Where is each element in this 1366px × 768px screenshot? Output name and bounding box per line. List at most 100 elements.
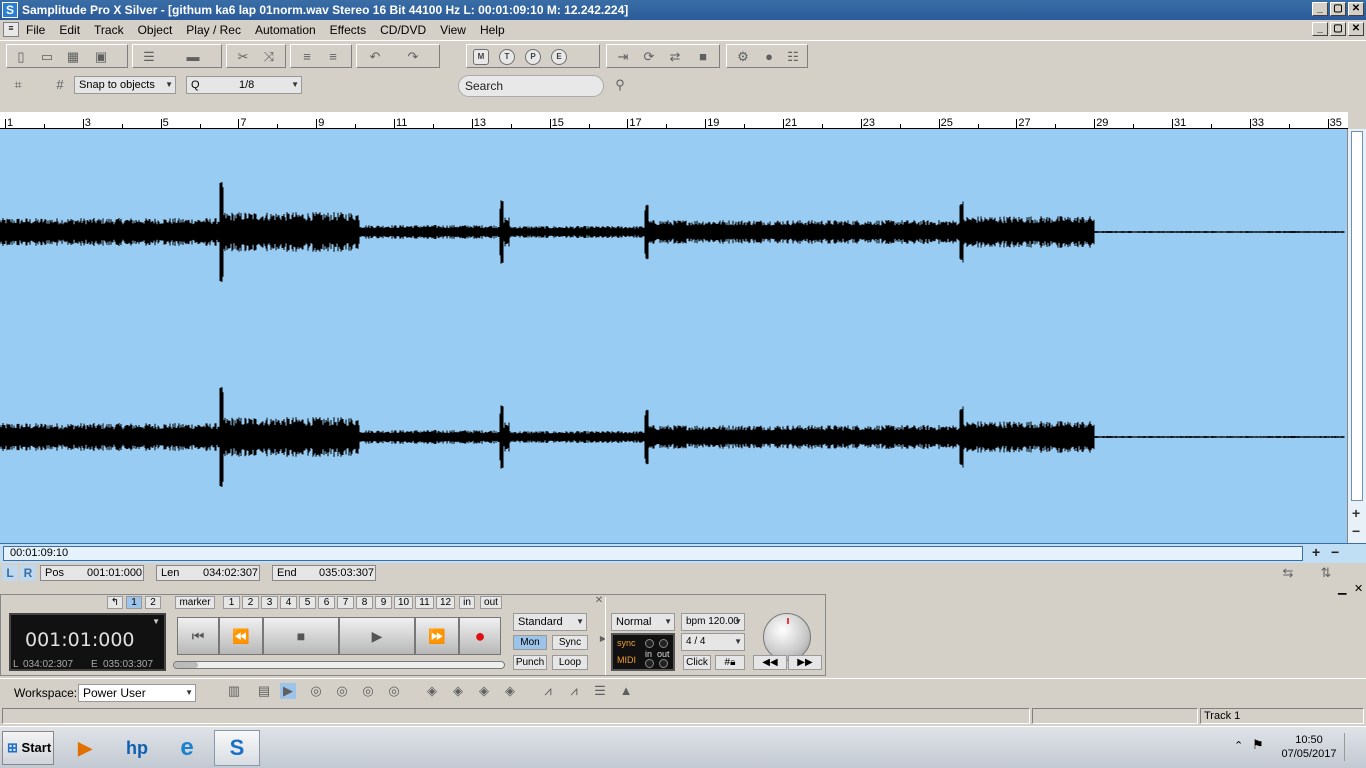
waveform-zoom-icon[interactable]: ⩘ <box>540 683 556 699</box>
jog-forward-button[interactable]: ▶▶ <box>788 655 822 670</box>
panel-minimize-icon[interactable]: ▁ <box>1338 582 1346 595</box>
zoom-tool-4-icon[interactable]: ◈ <box>502 683 518 699</box>
marker-11-button[interactable]: 11 <box>415 596 434 609</box>
grid-toggle-icon[interactable]: ⌗ <box>10 77 26 93</box>
mode-p-button[interactable]: P <box>525 49 541 65</box>
h-zoom-out-icon[interactable]: − <box>1331 544 1339 560</box>
loop-button[interactable]: Loop <box>552 655 588 670</box>
marker-2-button[interactable]: 2 <box>242 596 259 609</box>
search-input[interactable]: Search <box>458 75 604 97</box>
new-file-icon[interactable]: ▯ <box>13 49 29 65</box>
track-list-icon[interactable]: ☰ <box>141 49 157 65</box>
timeline-ruler[interactable]: 1 3 5 7 9 11 13 15 17 19 21 23 25 27 29 31 33 35 <box>0 112 1348 129</box>
range-tool-icon[interactable]: ▬ <box>179 49 207 65</box>
object-box-icon[interactable]: ■ <box>695 49 711 65</box>
marker-10-button[interactable]: 10 <box>394 596 413 609</box>
document-menu-icon[interactable]: ≡ <box>3 22 19 37</box>
close-button[interactable]: ✕ <box>1348 2 1364 16</box>
doc-restore-button[interactable]: ▢ <box>1330 22 1346 36</box>
section-1-button[interactable]: 1 <box>126 596 142 609</box>
view-option-1-icon[interactable]: ◎ <box>308 683 324 699</box>
marker-1-button[interactable]: 1 <box>223 596 240 609</box>
mon-button[interactable]: Mon <box>513 635 547 650</box>
vertical-scrollbar[interactable]: + − <box>1347 129 1366 543</box>
time-menu-icon[interactable]: ▼ <box>152 617 160 626</box>
internet-explorer-icon[interactable]: e <box>164 730 210 766</box>
mode-e-button[interactable]: E <box>551 49 567 65</box>
waveform-stretch-icon[interactable]: ⩘ <box>566 683 582 699</box>
swap-horizontal-icon[interactable]: ⇆ <box>1280 565 1296 581</box>
object-loop-icon[interactable]: ⟳ <box>641 49 657 65</box>
scrollbar-thumb[interactable] <box>1351 131 1363 501</box>
playback-mode-select[interactable]: Normal ▼ <box>611 613 675 631</box>
search-icon[interactable]: ⚲ <box>612 77 628 93</box>
doc-close-button[interactable]: ✕ <box>1348 22 1364 36</box>
marker-12-button[interactable]: 12 <box>436 596 455 609</box>
click-button[interactable]: Click <box>683 655 711 670</box>
marker-4-button[interactable]: 4 <box>280 596 297 609</box>
media-player-icon[interactable]: ▶ <box>62 730 108 766</box>
marker-6-button[interactable]: 6 <box>318 596 335 609</box>
pos-field[interactable]: Pos 001:01:000 <box>40 565 144 581</box>
menu-track[interactable]: Track <box>94 23 124 37</box>
rewind-button[interactable]: ⏪ <box>219 617 263 655</box>
mode-m-button[interactable]: M <box>473 49 489 65</box>
stop-button[interactable]: ■ <box>263 617 339 655</box>
menu-object[interactable]: Object <box>138 23 173 37</box>
play-button[interactable]: ▶ <box>339 617 415 655</box>
in-button[interactable]: in <box>459 596 475 609</box>
zoom-out-icon[interactable]: − <box>1352 523 1360 539</box>
object-merge-icon[interactable]: ⇄ <box>667 49 683 65</box>
align-left-icon[interactable]: ≡ <box>299 49 315 65</box>
mixer-view-icon[interactable]: ▤ <box>256 683 272 699</box>
shuffle-icon[interactable]: ⤨ <box>261 49 277 65</box>
jog-rewind-button[interactable]: ◀◀ <box>753 655 787 670</box>
open-file-icon[interactable]: ▭ <box>39 49 55 65</box>
samplitude-taskbar-icon[interactable]: S <box>214 730 260 766</box>
align-right-icon[interactable]: ≡ <box>325 49 341 65</box>
quantize-select[interactable]: Q 1/8 ▼ <box>186 76 302 94</box>
hp-icon[interactable]: hp <box>114 730 160 766</box>
clock[interactable]: 10:50 07/05/2017 <box>1280 733 1338 761</box>
out-button[interactable]: out <box>480 596 502 609</box>
menu-effects[interactable]: Effects <box>330 23 366 37</box>
zoom-tool-3-icon[interactable]: ◈ <box>476 683 492 699</box>
h-zoom-in-icon[interactable]: + <box>1312 544 1320 560</box>
tray-expand-icon[interactable]: ⌃ <box>1234 739 1243 752</box>
mode-t-button[interactable]: T <box>499 49 515 65</box>
start-button[interactable]: ⊞ Start <box>2 731 54 765</box>
menu-automation[interactable]: Automation <box>255 23 316 37</box>
zoom-tool-2-icon[interactable]: ◈ <box>450 683 466 699</box>
save-icon[interactable]: ▣ <box>93 49 109 65</box>
swap-vertical-icon[interactable]: ⇅ <box>1318 565 1334 581</box>
workspace-select[interactable]: Power User ▼ <box>78 684 196 702</box>
end-field[interactable]: End 035:03:307 <box>272 565 376 581</box>
zoom-in-icon[interactable]: + <box>1352 505 1360 521</box>
record-dot-icon[interactable]: ● <box>761 49 777 65</box>
section-2-button[interactable]: 2 <box>145 596 161 609</box>
sync-button[interactable]: Sync <box>552 635 588 650</box>
fader-icon[interactable]: ☷ <box>785 49 801 65</box>
marker-5-button[interactable]: 5 <box>299 596 316 609</box>
action-center-icon[interactable]: ⚑ <box>1252 737 1264 753</box>
right-marker-button[interactable]: R <box>20 565 36 581</box>
snap-grid-icon[interactable]: # <box>52 77 68 93</box>
marker-3-button[interactable]: 3 <box>261 596 278 609</box>
mixer-icon[interactable]: ▦ <box>65 49 81 65</box>
doc-minimize-button[interactable]: _ <box>1312 22 1328 36</box>
marker-9-button[interactable]: 9 <box>375 596 392 609</box>
object-split-icon[interactable]: ⇥ <box>615 49 631 65</box>
eq-icon[interactable]: ☰ <box>592 683 608 699</box>
bpm-select[interactable]: bpm 120.00 ▼ <box>681 613 745 631</box>
back-icon[interactable]: ↰ <box>107 596 123 609</box>
minimize-button[interactable]: _ <box>1312 2 1328 16</box>
record-button[interactable]: ● <box>459 617 501 655</box>
samplitude-app-icon[interactable]: S <box>2 2 18 18</box>
punch-button[interactable]: Punch <box>513 655 547 670</box>
track-view-icon[interactable]: ▥ <box>226 683 242 699</box>
marker-8-button[interactable]: 8 <box>356 596 373 609</box>
menu-edit[interactable]: Edit <box>59 23 80 37</box>
panel-close-icon[interactable]: ✕ <box>1354 582 1363 595</box>
play-record-view-icon[interactable]: ▶ <box>280 683 296 699</box>
maximize-button[interactable]: ▢ <box>1330 2 1346 16</box>
